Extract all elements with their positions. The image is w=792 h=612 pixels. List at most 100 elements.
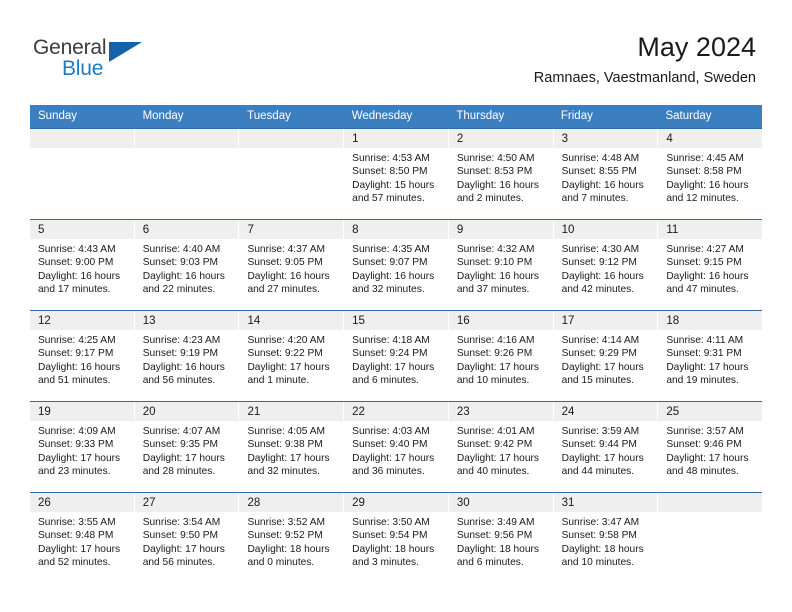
day-info: Sunrise: 4:50 AM Sunset: 8:53 PM Daylight:… [449, 148, 553, 206]
day-info: Sunrise: 4:16 AM Sunset: 9:26 PM Daylight:… [449, 330, 553, 388]
day-info: Sunrise: 3:57 AM Sunset: 9:46 PM Daylight:… [658, 421, 762, 479]
daylight-text: Daylight: 16 hours and 7 minutes. [561, 179, 644, 205]
day-number: 17 [553, 311, 658, 330]
day-number: 27 [134, 493, 239, 512]
calendar-day-cell[interactable]: 1 Sunrise: 4:53 AM Sunset: 8:50 PM Daylight… [344, 129, 449, 219]
calendar-day-cell[interactable]: 27 Sunrise: 3:54 AM Sunset: 9:50 PM Dayligh… [134, 493, 240, 583]
calendar-weeks: 1 Sunrise: 4:53 AM Sunset: 8:50 PM Daylight… [30, 128, 763, 583]
day-number: 30 [448, 493, 553, 512]
calendar-day-cell[interactable]: 7 Sunrise: 4:37 AM Sunset: 9:05 PM Daylight… [239, 220, 345, 310]
daylight-text: Daylight: 16 hours and 51 minutes. [38, 361, 121, 387]
calendar-day-cell[interactable]: 15 Sunrise: 4:18 AM Sunset: 9:24 PM Dayligh… [344, 311, 449, 401]
calendar-day-cell[interactable]: 30 Sunrise: 3:49 AM Sunset: 9:56 PM Dayligh… [448, 493, 554, 583]
day-info: Sunrise: 4:18 AM Sunset: 9:24 PM Daylight:… [344, 330, 448, 388]
calendar-day-cell[interactable]: 18 Sunrise: 4:11 AM Sunset: 9:31 PM Dayligh… [658, 311, 763, 401]
calendar-grid: Sunday Monday Tuesday Wednesday Thursday… [30, 105, 763, 583]
sunrise-text: Sunrise: 4:23 AM [142, 335, 221, 346]
day-number: 26 [30, 493, 134, 512]
day-number: 25 [658, 402, 763, 421]
daylight-text: Daylight: 15 hours and 57 minutes. [352, 179, 435, 205]
calendar-day-cell[interactable]: 17 Sunrise: 4:14 AM Sunset: 9:29 PM Dayligh… [553, 311, 659, 401]
sunrise-text: Sunrise: 3:55 AM [38, 517, 116, 528]
day-number: 19 [30, 402, 134, 421]
sunrise-text: Sunrise: 3:49 AM [456, 517, 535, 528]
day-info: Sunrise: 4:01 AM Sunset: 9:42 PM Daylight:… [449, 421, 553, 479]
day-number: 31 [553, 493, 658, 512]
day-info: Sunrise: 4:43 AM Sunset: 9:00 PM Daylight:… [30, 239, 134, 297]
daylight-text: Daylight: 17 hours and 52 minutes. [38, 543, 121, 569]
calendar-day-cell[interactable]: 8 Sunrise: 4:35 AM Sunset: 9:07 PM Daylight… [344, 220, 449, 310]
sunrise-text: Sunrise: 4:20 AM [247, 335, 326, 346]
sunrise-text: Sunrise: 4:16 AM [456, 335, 535, 346]
daylight-text: Daylight: 16 hours and 32 minutes. [352, 270, 435, 296]
calendar-week-row: 12 Sunrise: 4:25 AM Sunset: 9:17 PM Dayligh… [30, 310, 763, 401]
calendar-day-cell[interactable]: 20 Sunrise: 4:07 AM Sunset: 9:35 PM Dayligh… [134, 402, 240, 492]
day-number [134, 129, 239, 148]
daylight-text: Daylight: 18 hours and 10 minutes. [561, 543, 644, 569]
brand-logo[interactable]: General Blue [33, 36, 163, 84]
daylight-text: Daylight: 17 hours and 32 minutes. [247, 452, 330, 478]
daylight-text: Daylight: 16 hours and 47 minutes. [666, 270, 749, 296]
weekday-header-tuesday: Tuesday [247, 110, 291, 122]
daylight-text: Daylight: 17 hours and 10 minutes. [456, 361, 539, 387]
calendar-day-cell[interactable]: 21 Sunrise: 4:05 AM Sunset: 9:38 PM Dayligh… [239, 402, 345, 492]
calendar-day-cell[interactable]: 6 Sunrise: 4:40 AM Sunset: 9:03 PM Daylight… [134, 220, 240, 310]
day-info: Sunrise: 4:03 AM Sunset: 9:40 PM Daylight:… [344, 421, 448, 479]
sunset-text: Sunset: 9:10 PM [456, 257, 533, 269]
calendar-day-cell[interactable]: 14 Sunrise: 4:20 AM Sunset: 9:22 PM Dayligh… [239, 311, 345, 401]
daylight-text: Daylight: 17 hours and 56 minutes. [142, 543, 225, 569]
calendar-day-cell[interactable]: 13 Sunrise: 4:23 AM Sunset: 9:19 PM Dayligh… [134, 311, 240, 401]
day-info: Sunrise: 4:14 AM Sunset: 9:29 PM Daylight:… [554, 330, 658, 388]
daylight-text: Daylight: 18 hours and 6 minutes. [456, 543, 539, 569]
sunset-text: Sunset: 9:48 PM [38, 530, 114, 542]
day-number: 7 [239, 220, 344, 239]
calendar-day-cell[interactable]: 26 Sunrise: 3:55 AM Sunset: 9:48 PM Dayligh… [30, 493, 135, 583]
calendar-day-cell[interactable]: 25 Sunrise: 3:57 AM Sunset: 9:46 PM Dayligh… [658, 402, 763, 492]
calendar-day-cell[interactable]: 28 Sunrise: 3:52 AM Sunset: 9:52 PM Dayligh… [239, 493, 345, 583]
sunrise-text: Sunrise: 4:53 AM [352, 153, 430, 164]
day-number: 12 [30, 311, 134, 330]
calendar-day-cell[interactable]: 4 Sunrise: 4:45 AM Sunset: 8:58 PM Daylight… [658, 129, 763, 219]
sunset-text: Sunset: 9:35 PM [142, 439, 219, 451]
daylight-text: Daylight: 18 hours and 0 minutes. [247, 543, 330, 569]
calendar-day-cell[interactable]: 16 Sunrise: 4:16 AM Sunset: 9:26 PM Dayligh… [448, 311, 554, 401]
sunrise-text: Sunrise: 3:50 AM [352, 517, 430, 528]
calendar-day-cell[interactable]: 24 Sunrise: 3:59 AM Sunset: 9:44 PM Dayligh… [553, 402, 659, 492]
calendar-week-row: 19 Sunrise: 4:09 AM Sunset: 9:33 PM Dayligh… [30, 401, 763, 492]
day-number [658, 493, 763, 512]
sunrise-text: Sunrise: 4:25 AM [38, 335, 116, 346]
weekday-header-row: Sunday Monday Tuesday Wednesday Thursday… [30, 105, 762, 128]
daylight-text: Daylight: 16 hours and 12 minutes. [666, 179, 749, 205]
calendar-day-cell[interactable]: 31 Sunrise: 3:47 AM Sunset: 9:58 PM Dayligh… [553, 493, 659, 583]
calendar-day-cell[interactable]: 10 Sunrise: 4:30 AM Sunset: 9:12 PM Dayligh… [553, 220, 659, 310]
daylight-text: Daylight: 17 hours and 44 minutes. [561, 452, 644, 478]
sunset-text: Sunset: 9:07 PM [352, 257, 428, 269]
sunset-text: Sunset: 9:22 PM [247, 348, 323, 360]
calendar-day-cell[interactable]: 12 Sunrise: 4:25 AM Sunset: 9:17 PM Dayligh… [30, 311, 135, 401]
sunrise-text: Sunrise: 4:45 AM [666, 153, 744, 164]
sunset-text: Sunset: 9:52 PM [247, 530, 323, 542]
day-number: 22 [344, 402, 448, 421]
sunrise-text: Sunrise: 3:52 AM [247, 517, 326, 528]
weekday-header-sunday: Sunday [38, 110, 78, 122]
calendar-day-cell[interactable]: 22 Sunrise: 4:03 AM Sunset: 9:40 PM Dayligh… [344, 402, 449, 492]
calendar-day-cell[interactable]: 29 Sunrise: 3:50 AM Sunset: 9:54 PM Dayligh… [344, 493, 449, 583]
day-number: 23 [448, 402, 553, 421]
sunrise-text: Sunrise: 4:48 AM [561, 153, 640, 164]
day-info: Sunrise: 3:54 AM Sunset: 9:50 PM Daylight:… [135, 512, 239, 570]
calendar-day-cell[interactable]: 23 Sunrise: 4:01 AM Sunset: 9:42 PM Dayligh… [448, 402, 554, 492]
daylight-text: Daylight: 16 hours and 2 minutes. [456, 179, 539, 205]
calendar-day-cell-empty [134, 129, 240, 219]
calendar-day-cell[interactable]: 19 Sunrise: 4:09 AM Sunset: 9:33 PM Dayligh… [30, 402, 135, 492]
sunrise-text: Sunrise: 4:07 AM [142, 426, 221, 437]
calendar-day-cell[interactable]: 3 Sunrise: 4:48 AM Sunset: 8:55 PM Daylight… [553, 129, 659, 219]
daylight-text: Daylight: 16 hours and 42 minutes. [561, 270, 644, 296]
calendar-day-cell[interactable]: 9 Sunrise: 4:32 AM Sunset: 9:10 PM Daylight… [448, 220, 554, 310]
sunrise-text: Sunrise: 4:05 AM [247, 426, 326, 437]
calendar-day-cell[interactable]: 5 Sunrise: 4:43 AM Sunset: 9:00 PM Daylight… [30, 220, 135, 310]
daylight-text: Daylight: 17 hours and 40 minutes. [456, 452, 539, 478]
calendar-day-cell[interactable]: 11 Sunrise: 4:27 AM Sunset: 9:15 PM Dayligh… [658, 220, 763, 310]
day-info: Sunrise: 4:11 AM Sunset: 9:31 PM Daylight:… [658, 330, 762, 388]
calendar-day-cell[interactable]: 2 Sunrise: 4:50 AM Sunset: 8:53 PM Daylight… [448, 129, 554, 219]
day-info: Sunrise: 4:48 AM Sunset: 8:55 PM Daylight:… [554, 148, 658, 206]
